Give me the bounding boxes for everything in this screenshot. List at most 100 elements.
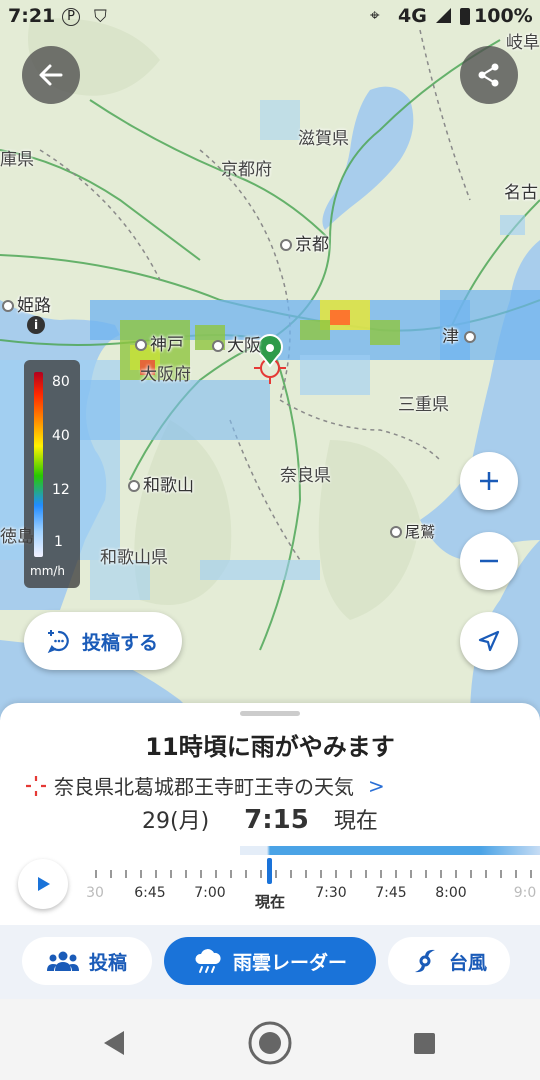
timeline-tick [395, 870, 397, 878]
post-report-button[interactable]: 投稿する [24, 612, 182, 670]
tab-rain-radar[interactable]: 雨雲レーダー [164, 937, 376, 985]
timeline-tick [140, 870, 142, 878]
battery-percent: 100% [474, 5, 533, 27]
city-label-kyoto: 京都 [280, 230, 329, 255]
city-dot-icon [464, 331, 477, 343]
share-icon [478, 63, 499, 87]
pref-label-mie: 三重県 [398, 395, 449, 415]
network-type: 4G [398, 5, 427, 27]
city-label-nagoya: 名古 [504, 183, 538, 203]
city-label-wakayama: 和歌山 [128, 471, 194, 496]
timeline-tick [125, 870, 127, 878]
nav-home-button[interactable] [245, 1019, 295, 1069]
weather-bottom-sheet: 11時頃に雨がやみます 奈良県北葛城郡王寺町王寺の天気 > 29(月) 7:15… [0, 703, 540, 925]
legend-color-bar [34, 372, 43, 557]
timeline-tick [170, 870, 172, 878]
timeline-tick [185, 870, 187, 878]
timeline-tick [455, 870, 457, 878]
legend-label-12: 12 [52, 482, 70, 498]
city-dot-icon [2, 300, 14, 312]
info-icon[interactable]: i [27, 316, 45, 334]
rain-cloud-icon [195, 949, 221, 973]
signal-icon [436, 8, 451, 23]
timeline-tick [275, 870, 277, 878]
post-report-label: 投稿する [82, 631, 159, 654]
timeline-tick [110, 870, 112, 878]
tab-posts-label: 投稿 [88, 951, 127, 974]
timeline-label: 8:00 [435, 885, 467, 901]
time-slider[interactable]: 30 6:45 7:00 7:30 7:45 8:00 9:0 現在 [0, 841, 540, 921]
timeline-tick [365, 870, 367, 878]
rain-forecast-headline: 11時頃に雨がやみます [145, 733, 395, 761]
timeline-tick [530, 870, 532, 878]
city-label-tsu: 津 [442, 322, 479, 347]
date-label: 29(月) [142, 809, 210, 834]
navigation-arrow-icon [478, 630, 500, 652]
tab-typhoon-label: 台風 [448, 951, 487, 974]
radar-map[interactable]: 滋賀県 京都府 三重県 奈良県 大阪府 和歌山県 庫県 岐阜 徳島 京都 姫路 … [0, 0, 540, 720]
parking-icon: P [62, 8, 80, 26]
current-time-handle[interactable] [267, 858, 272, 884]
city-label-owase: 尾鷲 [390, 521, 435, 542]
my-location-button[interactable] [460, 612, 518, 670]
rain-legend: 80 40 12 1 mm/h [24, 360, 80, 588]
pref-label-osaka: 大阪府 [140, 365, 191, 385]
pref-label-shiga: 滋賀県 [298, 129, 349, 149]
plus-icon [480, 472, 498, 490]
bottom-tab-bar: 投稿 雨雲レーダー 台風 [0, 925, 540, 999]
shield-icon: ⛉ [94, 7, 107, 27]
timeline-label: 30 [86, 885, 104, 901]
timeline-tick [245, 870, 247, 878]
timeline-tick [500, 870, 502, 878]
location-icon: ⌖ [370, 6, 380, 26]
play-icon [38, 877, 50, 891]
status-bar: 7:21 P ⛉ ⌖ 4G 100% [0, 0, 540, 36]
legend-label-40: 40 [52, 428, 70, 444]
drag-handle[interactable] [240, 711, 300, 716]
chat-plus-icon [47, 630, 69, 654]
location-name: 奈良県北葛城郡王寺町王寺の天気 [54, 775, 354, 799]
city-label-himeji: 姫路 [2, 291, 51, 316]
share-button[interactable] [460, 46, 518, 104]
timeline-tick [230, 870, 232, 878]
arrow-left-icon [39, 64, 63, 86]
pref-label-nara: 奈良県 [280, 466, 331, 486]
timeline-tick [440, 870, 442, 878]
timeline-tick [410, 870, 412, 878]
timeline-tick [260, 870, 262, 878]
minus-icon [480, 559, 498, 563]
zoom-in-button[interactable] [460, 452, 518, 510]
timeline-label: 7:45 [375, 885, 407, 901]
timeline-label: 6:45 [134, 885, 166, 901]
zoom-out-button[interactable] [460, 532, 518, 590]
timeline-tick [485, 870, 487, 878]
date-time-display: 29(月) 7:15 現在 [142, 803, 378, 835]
tab-rain-radar-label: 雨雲レーダー [232, 951, 347, 974]
city-label-kobe: 神戸 [135, 330, 184, 355]
city-dot-icon [390, 526, 402, 538]
play-button[interactable] [18, 859, 68, 909]
timeline-label: 7:00 [194, 885, 226, 901]
location-link[interactable]: 奈良県北葛城郡王寺町王寺の天気 > [24, 771, 385, 800]
city-label-osaka: 大阪 [212, 331, 261, 356]
timeline-tick [215, 870, 217, 878]
timeline-tick [380, 870, 382, 878]
current-time-label: 現在 [254, 893, 286, 911]
legend-unit: mm/h [30, 564, 66, 578]
nav-back-button[interactable] [90, 1019, 140, 1069]
status-time: 7:21 [8, 5, 56, 27]
typhoon-icon [414, 949, 435, 973]
tab-posts[interactable]: 投稿 [22, 937, 152, 985]
timeline-tick [425, 870, 427, 878]
time-status-label: 現在 [333, 809, 378, 834]
city-dot-icon [280, 239, 292, 251]
system-nav-bar [0, 999, 540, 1080]
chevron-right-icon: > [368, 773, 385, 798]
timeline-tick [350, 870, 352, 878]
nav-recents-button[interactable] [400, 1019, 450, 1069]
city-dot-icon [128, 480, 140, 492]
timeline-tick [200, 870, 202, 878]
tab-typhoon[interactable]: 台風 [388, 937, 510, 985]
back-button[interactable] [22, 46, 80, 104]
timeline-tick [305, 870, 307, 878]
